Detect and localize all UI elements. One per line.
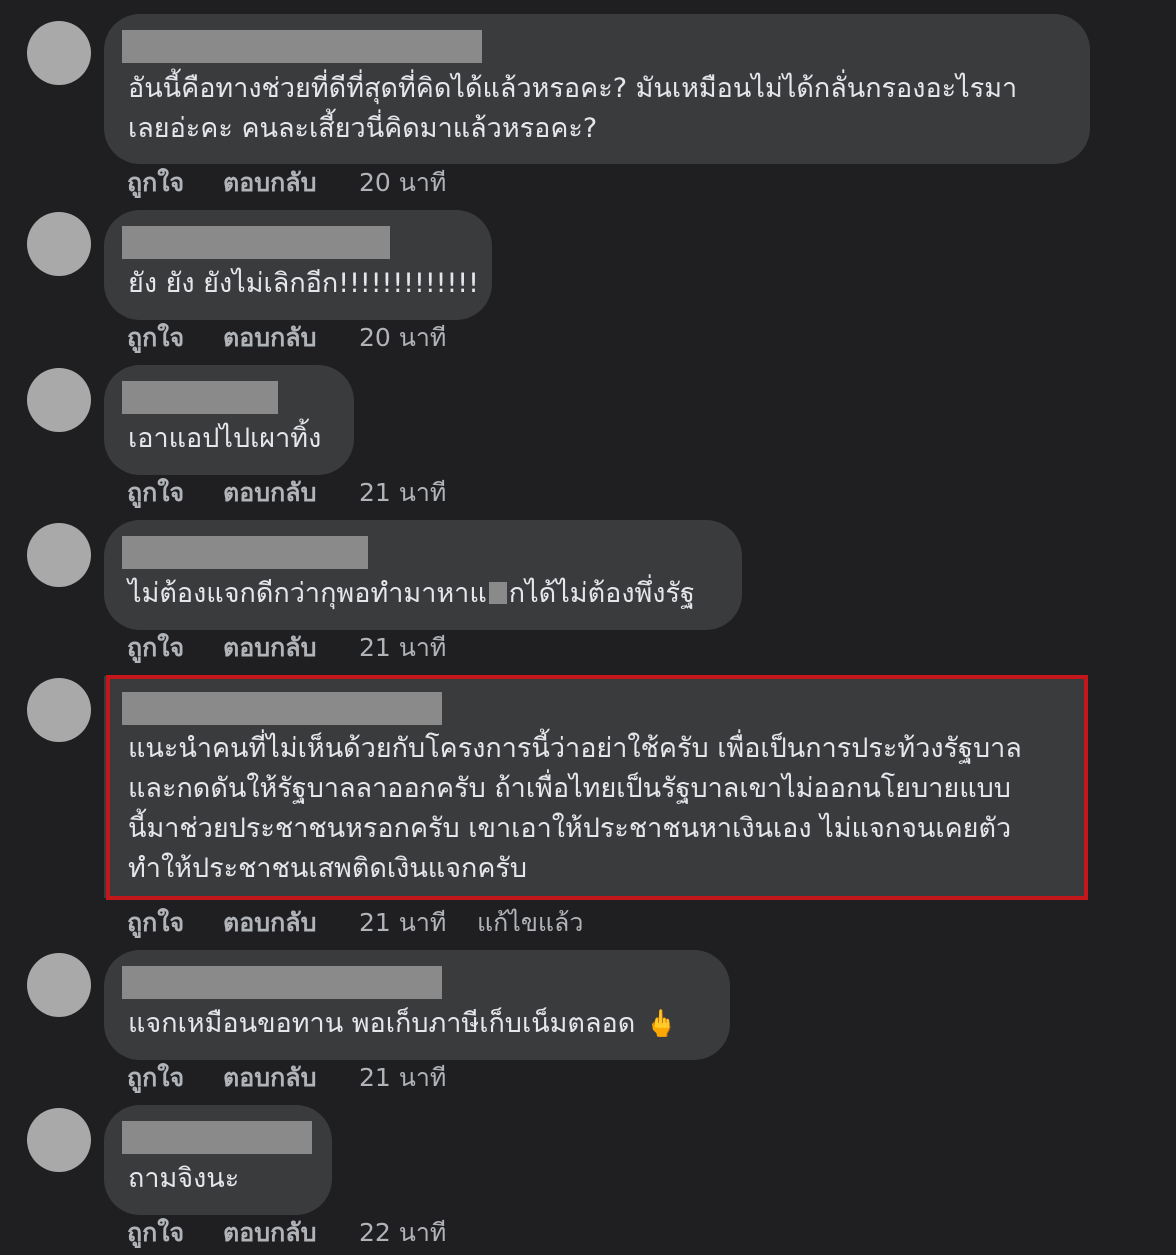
reply-button[interactable]: ตอบกลับ xyxy=(223,475,316,511)
timestamp[interactable]: 22 นาที xyxy=(359,1215,446,1251)
reply-button[interactable]: ตอบกลับ xyxy=(223,905,316,941)
avatar[interactable] xyxy=(27,21,91,85)
reply-button[interactable]: ตอบกลับ xyxy=(223,1215,316,1251)
comment-text-line: อันนี้คือทางช่วยที่ดีที่สุดที่คิดได้แล้ว… xyxy=(128,73,1018,104)
timestamp[interactable]: 21 นาที xyxy=(359,1060,446,1096)
like-button[interactable]: ถูกใจ xyxy=(127,1215,184,1251)
redacted-author-name[interactable] xyxy=(122,1121,312,1154)
redacted-author-name[interactable] xyxy=(122,381,278,414)
comments-panel: อันนี้คือทางช่วยที่ดีที่สุดที่คิดได้แล้ว… xyxy=(0,0,1176,1255)
comment-text-part: กได้ไม่ต้องพึ่งรัฐ xyxy=(508,578,695,609)
reply-button[interactable]: ตอบกลับ xyxy=(223,320,316,356)
comment-text-line: แจกเหมือนขอทาน พอเก็บภาษีเก็บเน็มตลอด 🖕 xyxy=(128,1004,678,1044)
comment-bubble: ยัง ยัง ยังไม่เลิกอีก!!!!!!!!!!!!! xyxy=(104,210,492,320)
redacted-author-name[interactable] xyxy=(122,226,390,259)
comment-text: เอาแอปไปเผาทิ้ง xyxy=(128,419,321,459)
highlight-frame xyxy=(106,675,1088,900)
middle-finger-emoji-icon: 🖕 xyxy=(645,1009,678,1039)
timestamp[interactable]: 20 นาที xyxy=(359,165,446,201)
redacted-author-name[interactable] xyxy=(122,30,482,63)
avatar[interactable] xyxy=(27,678,91,742)
avatar[interactable] xyxy=(27,1108,91,1172)
comment-text: อันนี้คือทางช่วยที่ดีที่สุดที่คิดได้แล้ว… xyxy=(128,69,1017,149)
like-button[interactable]: ถูกใจ xyxy=(127,630,184,666)
comment-bubble: แจกเหมือนขอทาน พอเก็บภาษีเก็บเน็มตลอด 🖕 xyxy=(104,950,730,1060)
reply-button[interactable]: ตอบกลับ xyxy=(223,165,316,201)
comment-bubble: อันนี้คือทางช่วยที่ดีที่สุดที่คิดได้แล้ว… xyxy=(104,14,1090,164)
comment-text-line: ถามจิงนะ xyxy=(128,1163,240,1194)
timestamp[interactable]: 21 นาที xyxy=(359,905,446,941)
reply-button[interactable]: ตอบกลับ xyxy=(223,630,316,666)
comment-bubble: ไม่ต้องแจกดีกว่ากุพอทำมาหาแ กได้ไม่ต้องพึ… xyxy=(104,520,742,630)
timestamp[interactable]: 21 นาที xyxy=(359,630,446,666)
comment-text: ยัง ยัง ยังไม่เลิกอีก!!!!!!!!!!!!! xyxy=(128,264,479,304)
redacted-author-name[interactable] xyxy=(122,966,442,999)
comment-bubble: ถามจิงนะ xyxy=(104,1105,332,1215)
like-button[interactable]: ถูกใจ xyxy=(127,320,184,356)
edited-label: แก้ไขแล้ว xyxy=(477,908,584,937)
timestamp[interactable]: 20 นาที xyxy=(359,320,446,356)
timestamp[interactable]: 21 นาที xyxy=(359,475,446,511)
comment-text-line: เอาแอปไปเผาทิ้ง xyxy=(128,423,322,454)
comment-text-line: เลยอ่ะคะ คนละเสี้ยวนี่คิดมาแล้วหรอคะ? xyxy=(128,113,598,144)
comment-text: ไม่ต้องแจกดีกว่ากุพอทำมาหาแ กได้ไม่ต้องพึ… xyxy=(128,574,695,614)
redacted-author-name[interactable] xyxy=(122,536,368,569)
avatar[interactable] xyxy=(27,953,91,1017)
avatar[interactable] xyxy=(27,212,91,276)
comment-text-line: ไม่ต้องแจกดีกว่ากุพอทำมาหาแ กได้ไม่ต้องพึ… xyxy=(128,574,695,614)
like-button[interactable]: ถูกใจ xyxy=(127,905,184,941)
like-button[interactable]: ถูกใจ xyxy=(127,165,184,201)
comment-text: ถามจิงนะ xyxy=(128,1159,239,1199)
redacted-word xyxy=(488,582,507,604)
avatar[interactable] xyxy=(27,523,91,587)
like-button[interactable]: ถูกใจ xyxy=(127,1060,184,1096)
reply-button[interactable]: ตอบกลับ xyxy=(223,1060,316,1096)
comment-text: แจกเหมือนขอทาน พอเก็บภาษีเก็บเน็มตลอด 🖕 xyxy=(128,1004,678,1044)
comment-bubble: เอาแอปไปเผาทิ้ง xyxy=(104,365,354,475)
comment-text-part: แจกเหมือนขอทาน พอเก็บภาษีเก็บเน็มตลอด xyxy=(128,1008,636,1039)
avatar[interactable] xyxy=(27,368,91,432)
comment-text-part: ไม่ต้องแจกดีกว่ากุพอทำมาหาแ xyxy=(128,578,487,609)
like-button[interactable]: ถูกใจ xyxy=(127,475,184,511)
comment-text-line: ยัง ยัง ยังไม่เลิกอีก!!!!!!!!!!!!! xyxy=(128,268,479,299)
